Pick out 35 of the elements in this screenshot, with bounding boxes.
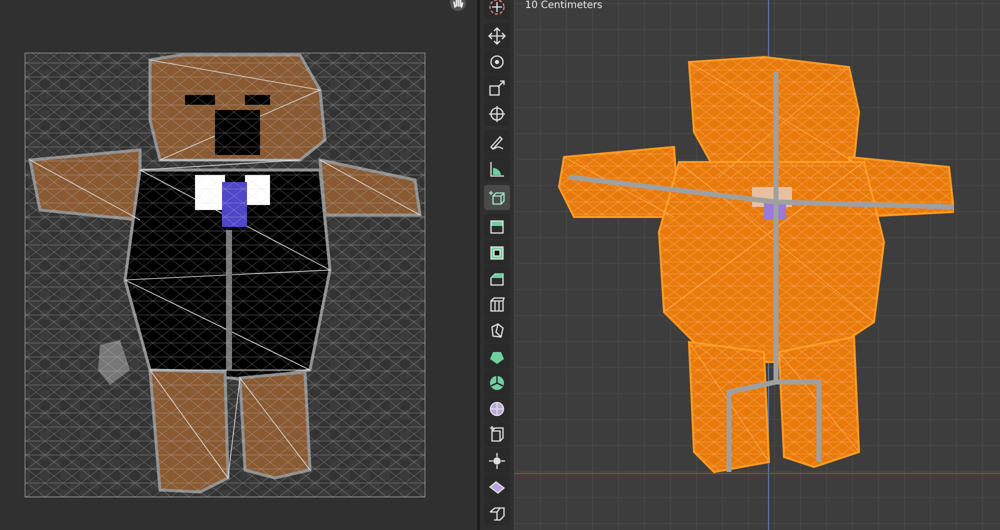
ruler-icon xyxy=(488,160,506,178)
tool-button[interactable] xyxy=(484,156,510,181)
tool-button[interactable] xyxy=(484,185,510,210)
add-cube-icon xyxy=(488,188,506,206)
tool-button[interactable] xyxy=(484,0,510,19)
sphere-icon xyxy=(488,400,506,418)
tool-button[interactable] xyxy=(484,370,510,395)
grid-scale-label: 10 Centimeters xyxy=(525,0,602,11)
tool-button[interactable] xyxy=(484,344,510,369)
tool-button[interactable] xyxy=(484,101,510,126)
tool-button[interactable] xyxy=(484,396,510,421)
pencil-icon xyxy=(488,134,506,152)
tool-button[interactable] xyxy=(484,266,510,291)
loop-cut-icon xyxy=(488,296,506,314)
extrude-icon xyxy=(488,218,506,236)
tool-button[interactable] xyxy=(484,474,510,499)
tool-button[interactable] xyxy=(484,23,510,48)
tool-button[interactable] xyxy=(484,240,510,265)
crosshair-icon xyxy=(488,0,506,16)
tool-button[interactable] xyxy=(484,422,510,447)
scale-icon xyxy=(488,78,506,96)
move-arrows-icon xyxy=(488,26,506,44)
tool-button[interactable] xyxy=(484,130,510,155)
transform-icon xyxy=(488,104,506,122)
tool-button[interactable] xyxy=(484,75,510,100)
tool-button[interactable] xyxy=(484,500,510,525)
tool-button[interactable] xyxy=(484,49,510,74)
spin-icon xyxy=(488,374,506,392)
tool-button[interactable] xyxy=(484,318,510,343)
tool-button[interactable] xyxy=(484,448,510,473)
shrink-icon xyxy=(488,452,506,470)
tool-button[interactable] xyxy=(484,292,510,317)
tool-button[interactable] xyxy=(484,214,510,239)
inset-icon xyxy=(488,244,506,262)
rotate-icon xyxy=(488,52,506,70)
